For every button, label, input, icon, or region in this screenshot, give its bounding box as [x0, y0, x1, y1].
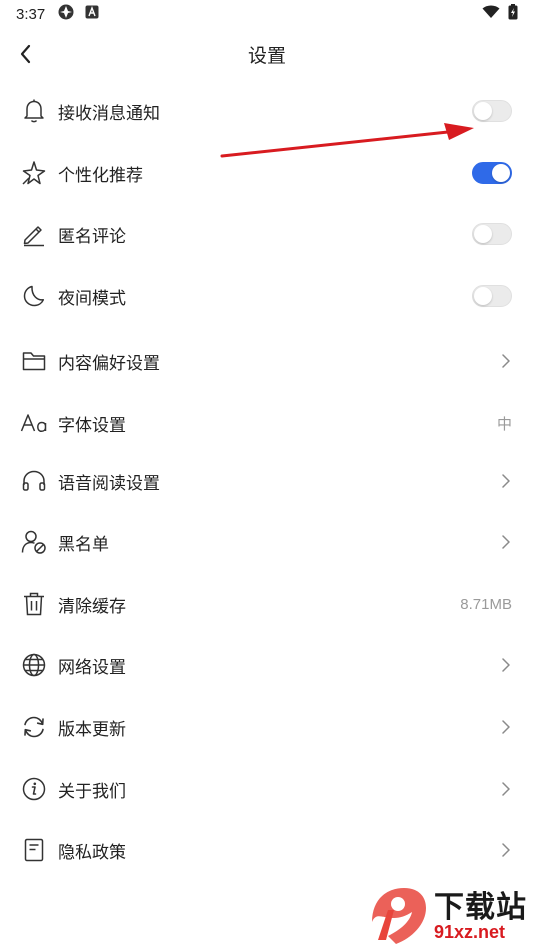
refresh-icon [20, 713, 48, 741]
back-button[interactable] [10, 38, 42, 70]
setting-row-clear-cache[interactable]: 清除缓存 8.71MB [0, 574, 534, 634]
notify-toggle[interactable] [472, 100, 512, 122]
chevron-right-icon [498, 350, 514, 372]
setting-label: 网络设置 [58, 657, 126, 678]
font-icon [20, 409, 48, 437]
moon-icon [20, 282, 48, 310]
setting-row-version-update[interactable]: 版本更新 [0, 697, 534, 757]
setting-label: 版本更新 [58, 719, 126, 740]
wifi-icon [482, 5, 500, 23]
info-icon [20, 775, 48, 803]
setting-row-about[interactable]: 关于我们 [0, 759, 534, 819]
chevron-right-icon [498, 778, 514, 800]
status-right-icons [482, 4, 518, 24]
chevron-right-icon [498, 839, 514, 861]
setting-row-notify[interactable]: 接收消息通知 [0, 81, 534, 141]
setting-row-voice-reading[interactable]: 语音阅读设置 [0, 451, 534, 511]
bell-icon [20, 97, 48, 125]
battery-icon [508, 4, 518, 24]
watermark-url: 91xz.net [434, 922, 506, 942]
toggle-knob [474, 102, 492, 120]
setting-label: 接收消息通知 [58, 103, 160, 124]
setting-label: 匿名评论 [58, 226, 126, 247]
setting-label: 隐私政策 [58, 842, 126, 863]
chevron-right-icon [498, 531, 514, 553]
setting-label: 字体设置 [58, 415, 126, 436]
personal-toggle[interactable] [472, 162, 512, 184]
setting-row-network[interactable]: 网络设置 [0, 635, 534, 695]
chevron-right-icon [498, 470, 514, 492]
sparkle-icon [20, 159, 48, 187]
setting-row-content-preference[interactable]: 内容偏好设置 [0, 331, 534, 391]
setting-label: 内容偏好设置 [58, 353, 160, 374]
setting-row-night-mode[interactable]: 夜间模式 [0, 266, 534, 326]
anonymous-toggle[interactable] [472, 223, 512, 245]
pencil-icon [20, 220, 48, 248]
night-mode-toggle[interactable] [472, 285, 512, 307]
trash-icon [20, 590, 48, 618]
watermark-title: 下载站 [434, 890, 527, 925]
watermark-logo-icon [372, 888, 426, 944]
page-title: 设置 [247, 44, 286, 67]
setting-label: 黑名单 [58, 534, 109, 555]
headphones-icon [20, 467, 48, 495]
setting-label: 清除缓存 [58, 596, 126, 617]
setting-row-anonymous[interactable]: 匿名评论 [0, 204, 534, 264]
chevron-left-icon [20, 44, 31, 64]
document-icon [20, 836, 48, 864]
setting-label: 关于我们 [58, 781, 126, 802]
watermark: 下载站 91xz.net [362, 880, 534, 950]
chevron-right-icon [498, 716, 514, 738]
status-time: 3:37 [16, 5, 46, 23]
globe-icon [20, 651, 48, 679]
setting-label: 夜间模式 [58, 288, 126, 309]
a-notification-icon [85, 5, 99, 23]
font-size-value: 中 [496, 415, 512, 433]
folder-icon [20, 347, 48, 375]
status-bar: 3:37 [0, 0, 534, 28]
toggle-knob [492, 164, 510, 182]
user-block-icon [20, 528, 48, 556]
setting-label: 语音阅读设置 [58, 473, 160, 494]
status-left-icons [57, 3, 99, 25]
setting-row-blacklist[interactable]: 黑名单 [0, 512, 534, 572]
toggle-knob [474, 225, 492, 243]
toggle-knob [474, 287, 492, 305]
chevron-right-icon [498, 654, 514, 676]
app-header: 设置 [0, 28, 534, 80]
setting-row-privacy-policy[interactable]: 隐私政策 [0, 820, 534, 880]
setting-row-personal[interactable]: 个性化推荐 [0, 143, 534, 203]
setting-row-font[interactable]: 字体设置 中 [0, 393, 534, 453]
app-notification-icon [57, 3, 75, 25]
setting-label: 个性化推荐 [58, 165, 143, 186]
cache-size-value: 8.71MB [460, 595, 512, 613]
